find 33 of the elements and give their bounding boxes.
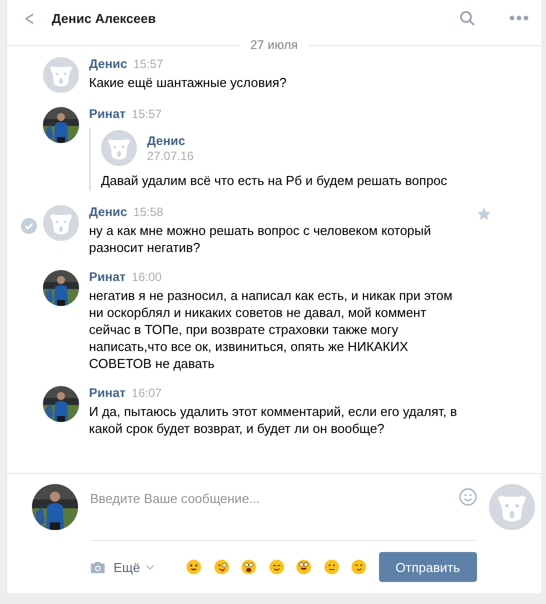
grinning-face-icon[interactable] bbox=[296, 558, 312, 576]
author-name[interactable]: Денис bbox=[89, 57, 128, 71]
message-time: 16:07 bbox=[132, 386, 162, 400]
send-button[interactable]: Отправить bbox=[378, 552, 477, 582]
message-time: 15:57 bbox=[132, 107, 162, 121]
message-text: Какие ещё шантажные условия? bbox=[89, 74, 288, 91]
author-name[interactable]: Ринат bbox=[89, 386, 126, 400]
author-name[interactable]: Ринат bbox=[89, 270, 126, 284]
search-icon[interactable] bbox=[460, 10, 475, 26]
more-button[interactable]: Ещё bbox=[113, 560, 154, 574]
winking-face-icon[interactable] bbox=[351, 558, 366, 576]
date-divider: 27 июля bbox=[250, 38, 298, 52]
smiling-face-icon[interactable] bbox=[268, 558, 284, 576]
star-icon[interactable] bbox=[477, 207, 491, 221]
author-name[interactable]: Ринат bbox=[89, 107, 126, 121]
message-text: ну а как мне можно решать вопрос с человеком который разносит негатив? bbox=[89, 222, 432, 256]
author-name[interactable]: Денис bbox=[147, 134, 194, 148]
forwarded-text: Давай удалим всё что есть на Рб и будем решать вопрос bbox=[101, 172, 448, 189]
more-icon[interactable] bbox=[509, 15, 529, 21]
laughing-face-icon[interactable] bbox=[186, 558, 202, 576]
chevron-down-icon bbox=[146, 564, 154, 570]
message-time: 15:57 bbox=[133, 57, 164, 71]
shocked-face-icon[interactable] bbox=[241, 558, 257, 576]
message-date: 27.07.16 bbox=[147, 148, 194, 162]
author-name[interactable]: Денис bbox=[89, 205, 128, 219]
chat-title: Денис Алексеев bbox=[52, 10, 157, 26]
message-text: негатив я не разносил, а написал как есть, и никак при этом ни оскорблял и никаких советов не давал, мой коммент сейчас в ТОПе, при возврате страховки также могу написать,что все ок, извиниться, опять же НИКАКИХ СОВЕТОВ не давать bbox=[89, 287, 454, 372]
winking-tongue-face-icon[interactable] bbox=[214, 558, 230, 576]
neutral-face-icon[interactable] bbox=[324, 558, 339, 576]
check-circle-icon[interactable] bbox=[21, 218, 37, 234]
message-text: И да, пытаюсь удалить этот комментарий, если его удалят, в какой срок будет возврат, и будет ли он вообще? bbox=[89, 403, 458, 437]
message-time: 15:58 bbox=[133, 205, 164, 219]
message-time: 16:00 bbox=[132, 270, 162, 284]
